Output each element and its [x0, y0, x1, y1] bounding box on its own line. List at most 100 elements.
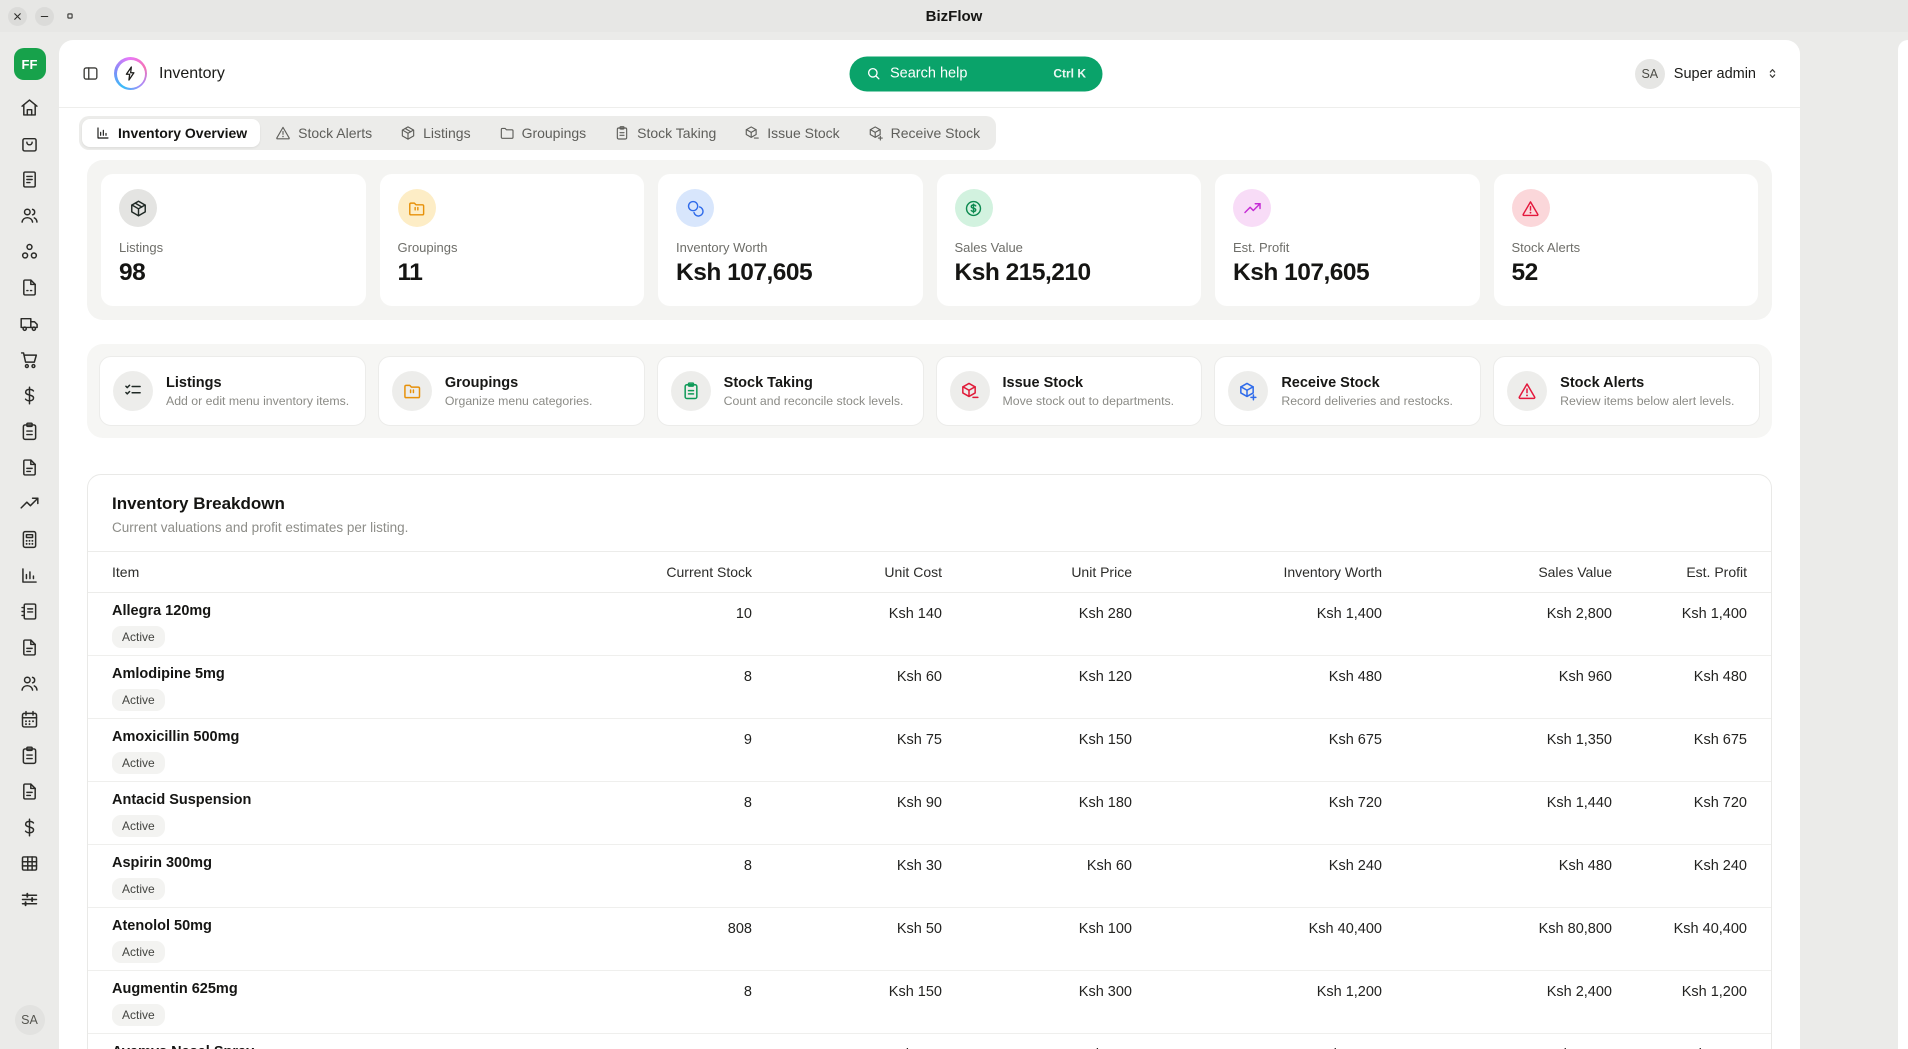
sidebar-item-sliders[interactable]: [19, 889, 40, 910]
sidebar-user-avatar[interactable]: SA: [15, 1005, 45, 1035]
unit-price-cell: Ksh 450: [942, 1034, 1132, 1049]
sidebar-item-file[interactable]: [19, 637, 40, 658]
sidebar-item-note[interactable]: [19, 601, 40, 622]
sidebar-item-users[interactable]: [19, 205, 40, 226]
table-subtitle: Current valuations and profit estimates …: [112, 520, 1747, 535]
current-stock-cell: 8: [502, 656, 752, 685]
file-dots-icon: [19, 277, 40, 298]
users-icon: [19, 205, 40, 226]
sidebar-item-home[interactable]: [19, 97, 40, 118]
column-header-unit-cost[interactable]: Unit Cost: [752, 564, 942, 580]
unit-cost-cell: Ksh 75: [752, 719, 942, 748]
receipt-icon: [19, 169, 40, 190]
table-row-augmentin-625mg[interactable]: Augmentin 625mg Active 8 Ksh 150 Ksh 300…: [88, 971, 1771, 1034]
column-header-sales-value[interactable]: Sales Value: [1382, 564, 1612, 580]
sidebar-nav: [19, 97, 40, 910]
status-badge: Active: [112, 689, 165, 711]
file-icon: [19, 637, 40, 658]
status-badge: Active: [112, 626, 165, 648]
action-icon-circle: [1507, 371, 1547, 411]
action-card-receive-stock[interactable]: Receive Stock Record deliveries and rest…: [1214, 356, 1481, 426]
sidebar-item-clip-list[interactable]: [19, 745, 40, 766]
item-cell: Atenolol 50mg Active: [112, 908, 502, 963]
column-header-unit-price[interactable]: Unit Price: [942, 564, 1132, 580]
sidebar-item-trend[interactable]: [19, 493, 40, 514]
action-text: Groupings Organize menu categories.: [445, 375, 593, 408]
sales-value-cell: Ksh 960: [1382, 656, 1612, 685]
table-row-atenolol-50mg[interactable]: Atenolol 50mg Active 808 Ksh 50 Ksh 100 …: [88, 908, 1771, 971]
est-profit-cell: Ksh 480: [1612, 656, 1747, 685]
search-shortcut: Ctrl K: [1053, 67, 1086, 81]
status-badge: Active: [112, 941, 165, 963]
sidebar-item-receipt[interactable]: [19, 169, 40, 190]
table-row-amoxicillin-500mg[interactable]: Amoxicillin 500mg Active 9 Ksh 75 Ksh 15…: [88, 719, 1771, 782]
home-icon: [19, 97, 40, 118]
unit-price-cell: Ksh 100: [942, 908, 1132, 937]
users-icon: [19, 673, 40, 694]
stat-label: Stock Alerts: [1512, 240, 1741, 255]
sidebar-item-cart[interactable]: [19, 349, 40, 370]
action-card-issue-stock[interactable]: Issue Stock Move stock out to department…: [936, 356, 1203, 426]
sales-value-cell: Ksh 1,350: [1382, 719, 1612, 748]
sidebar-item-file[interactable]: [19, 781, 40, 802]
tab-groupings[interactable]: Groupings: [486, 119, 600, 147]
action-card-listings[interactable]: Listings Add or edit menu inventory item…: [99, 356, 366, 426]
sidebar-item-users[interactable]: [19, 673, 40, 694]
workspace-avatar[interactable]: FF: [14, 48, 46, 80]
sidebar-item-chart[interactable]: [19, 565, 40, 586]
stat-value: 52: [1512, 259, 1741, 287]
est-profit-cell: Ksh 1,200: [1612, 971, 1747, 1000]
item-cell: Allegra 120mg Active: [112, 593, 502, 648]
inventory-worth-cell: Ksh 1,200: [1132, 971, 1382, 1000]
stat-value: 98: [119, 259, 348, 287]
action-card-groupings[interactable]: Groupings Organize menu categories.: [378, 356, 645, 426]
column-header-current-stock[interactable]: Current Stock: [502, 564, 752, 580]
table-row-avamys-nasal-spray[interactable]: Avamys Nasal Spray Active 7 Ksh 225 Ksh …: [88, 1034, 1771, 1049]
sidebar-item-calc[interactable]: [19, 529, 40, 550]
user-avatar: SA: [1635, 59, 1665, 89]
tab-stock-alerts[interactable]: Stock Alerts: [262, 119, 385, 147]
app-logo[interactable]: [114, 57, 147, 90]
dollar-icon: [19, 385, 40, 406]
sidebar-item-dollar[interactable]: [19, 385, 40, 406]
user-name: Super admin: [1674, 66, 1756, 82]
tab-issue-stock[interactable]: Issue Stock: [731, 119, 852, 147]
pkg-in-icon: [1238, 381, 1258, 401]
bolt-icon: [117, 60, 145, 88]
sidebar-item-table[interactable]: [19, 853, 40, 874]
sidebar-item-calendar[interactable]: [19, 709, 40, 730]
inventory-worth-cell: Ksh 675: [1132, 719, 1382, 748]
sales-value-cell: Ksh 3,150: [1382, 1034, 1612, 1049]
sidebar-item-truck[interactable]: [19, 313, 40, 334]
column-header-est-profit[interactable]: Est. Profit: [1612, 564, 1747, 580]
sidebar-item-dollar[interactable]: [19, 817, 40, 838]
sidebar-item-file-dots[interactable]: [19, 277, 40, 298]
sidebar-item-bag[interactable]: [19, 133, 40, 154]
group-icon: [19, 241, 40, 262]
sidebar-toggle-button[interactable]: [79, 62, 102, 85]
action-text: Receive Stock Record deliveries and rest…: [1281, 375, 1453, 408]
action-card-stock-alerts[interactable]: Stock Alerts Review items below alert le…: [1493, 356, 1760, 426]
table-row-antacid-suspension[interactable]: Antacid Suspension Active 8 Ksh 90 Ksh 1…: [88, 782, 1771, 845]
user-menu[interactable]: SA Super admin: [1635, 59, 1780, 89]
sidebar-item-clip-list[interactable]: [19, 421, 40, 442]
tab-listings[interactable]: Listings: [387, 119, 483, 147]
tab-inventory-overview[interactable]: Inventory Overview: [82, 119, 260, 147]
column-header-inventory-worth[interactable]: Inventory Worth: [1132, 564, 1382, 580]
action-title: Listings: [166, 375, 349, 391]
column-header-item[interactable]: Item: [112, 564, 502, 580]
table-row-allegra-120mg[interactable]: Allegra 120mg Active 10 Ksh 140 Ksh 280 …: [88, 593, 1771, 656]
tab-label: Inventory Overview: [118, 125, 247, 141]
tab-stock-taking[interactable]: Stock Taking: [601, 119, 729, 147]
folder2-icon: [407, 199, 426, 218]
sidebar-item-group[interactable]: [19, 241, 40, 262]
sidebar: FF SA: [0, 32, 59, 1049]
current-stock-cell: 9: [502, 719, 752, 748]
search-help-button[interactable]: Search help Ctrl K: [849, 56, 1102, 91]
unit-price-cell: Ksh 180: [942, 782, 1132, 811]
action-card-stock-taking[interactable]: Stock Taking Count and reconcile stock l…: [657, 356, 924, 426]
tab-receive-stock[interactable]: Receive Stock: [855, 119, 993, 147]
table-row-amlodipine-5mg[interactable]: Amlodipine 5mg Active 8 Ksh 60 Ksh 120 K…: [88, 656, 1771, 719]
sidebar-item-file[interactable]: [19, 457, 40, 478]
table-row-aspirin-300mg[interactable]: Aspirin 300mg Active 8 Ksh 30 Ksh 60 Ksh…: [88, 845, 1771, 908]
